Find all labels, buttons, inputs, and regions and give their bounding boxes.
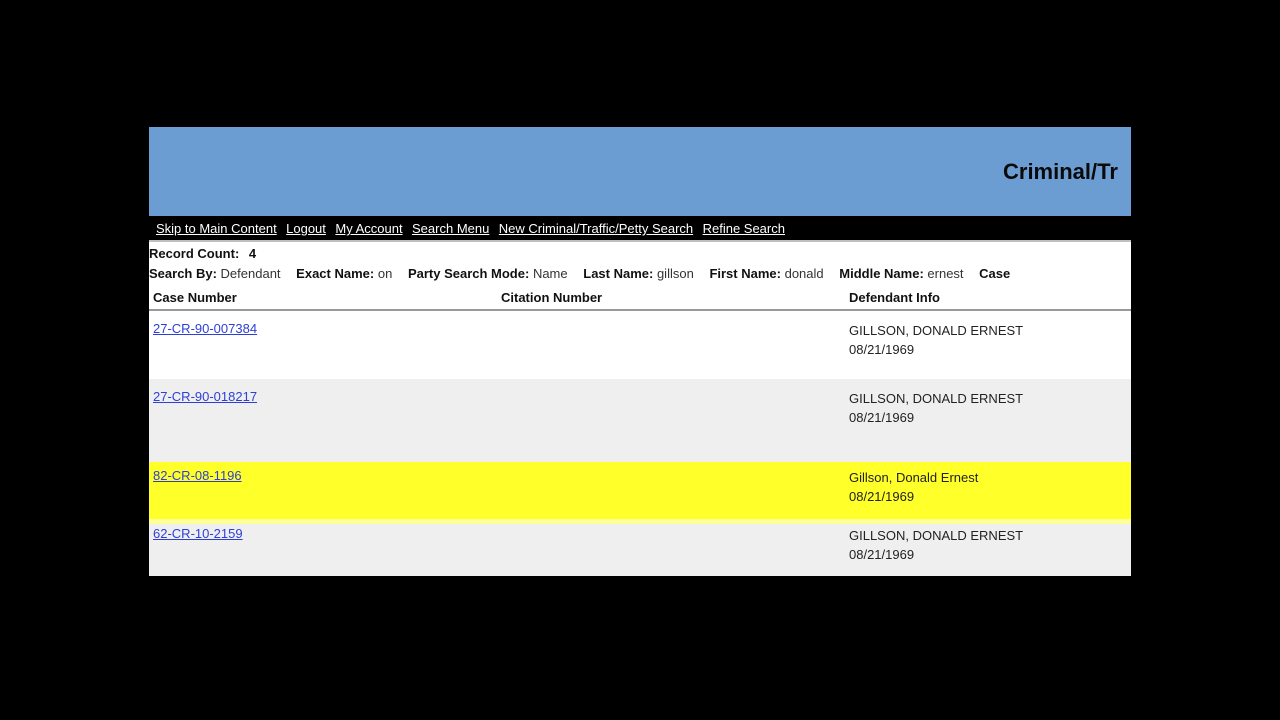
criteria-value: Name — [532, 266, 568, 281]
new-search-link[interactable]: New Criminal/Traffic/Petty Search — [499, 216, 693, 240]
header-case-number[interactable]: Case Number — [153, 290, 237, 305]
table-row-highlighted: 82-CR-08-1196 Gillson, Donald Ernest 08/… — [149, 462, 1131, 519]
defendant-dob: 08/21/1969 — [849, 342, 915, 357]
criteria-value: gillson — [656, 266, 694, 281]
case-number-link[interactable]: 27-CR-90-007384 — [153, 321, 257, 336]
header-citation-number[interactable]: Citation Number — [501, 290, 602, 305]
record-count-label: Record Count: — [149, 246, 240, 261]
record-count: Record Count: 4 — [149, 246, 1131, 261]
case-number-link[interactable]: 62-CR-10-2159 — [153, 526, 243, 541]
table-row: 27-CR-90-018217 GILLSON, DONALD ERNEST 0… — [149, 379, 1131, 462]
nav-bar: Skip to Main Content Logout My Account S… — [149, 216, 1131, 242]
page-title: Criminal/Tr — [1003, 159, 1118, 184]
defendant-dob: 08/21/1969 — [849, 489, 915, 504]
criteria-label: Last Name: — [583, 266, 654, 281]
refine-search-link[interactable]: Refine Search — [703, 216, 785, 240]
criteria-value: donald — [784, 266, 824, 281]
criteria-value: on — [377, 266, 393, 281]
case-number-link[interactable]: 82-CR-08-1196 — [153, 468, 242, 483]
criteria-value: Defendant — [220, 266, 281, 281]
criteria-label: Party Search Mode: — [407, 266, 530, 281]
criteria-label: Middle Name: — [839, 266, 924, 281]
defendant-info: GILLSON, DONALD ERNEST 08/21/1969 — [849, 321, 1023, 359]
table-row: 62-CR-10-2159 GILLSON, DONALD ERNEST 08/… — [149, 519, 1131, 576]
defendant-info: GILLSON, DONALD ERNEST 08/21/1969 — [849, 526, 1023, 564]
criteria-value: ernest — [927, 266, 964, 281]
search-menu-link[interactable]: Search Menu — [412, 216, 489, 240]
results-table-header: Case Number Citation Number Defendant In… — [149, 287, 1131, 311]
defendant-name: GILLSON, DONALD ERNEST — [849, 323, 1024, 338]
defendant-dob: 08/21/1969 — [849, 410, 915, 425]
defendant-name: GILLSON, DONALD ERNEST — [849, 528, 1024, 543]
my-account-link[interactable]: My Account — [335, 216, 402, 240]
case-number-link[interactable]: 27-CR-90-018217 — [153, 389, 257, 404]
criteria-label: First Name: — [709, 266, 781, 281]
defendant-name: Gillson, Donald Ernest — [849, 470, 979, 485]
criteria-label: Exact Name: — [296, 266, 375, 281]
search-criteria: Search By: Defendant Exact Name: on Part… — [149, 266, 1131, 281]
defendant-name: GILLSON, DONALD ERNEST — [849, 391, 1024, 406]
defendant-info: Gillson, Donald Ernest 08/21/1969 — [849, 468, 978, 506]
criteria-label: Search By: — [149, 266, 217, 281]
header-defendant-info[interactable]: Defendant Info — [849, 290, 940, 305]
record-count-value: 4 — [248, 246, 257, 261]
table-row: 27-CR-90-007384 GILLSON, DONALD ERNEST 0… — [149, 311, 1131, 379]
skip-to-main-content-link[interactable]: Skip to Main Content — [156, 216, 277, 240]
defendant-info: GILLSON, DONALD ERNEST 08/21/1969 — [849, 389, 1023, 427]
defendant-dob: 08/21/1969 — [849, 547, 915, 562]
browser-page: Criminal/Tr Skip to Main Content Logout … — [149, 127, 1131, 576]
logout-link[interactable]: Logout — [286, 216, 326, 240]
results-table: 27-CR-90-007384 GILLSON, DONALD ERNEST 0… — [149, 311, 1131, 576]
criteria-label: Case — [979, 266, 1011, 281]
site-banner: Criminal/Tr — [149, 127, 1131, 216]
